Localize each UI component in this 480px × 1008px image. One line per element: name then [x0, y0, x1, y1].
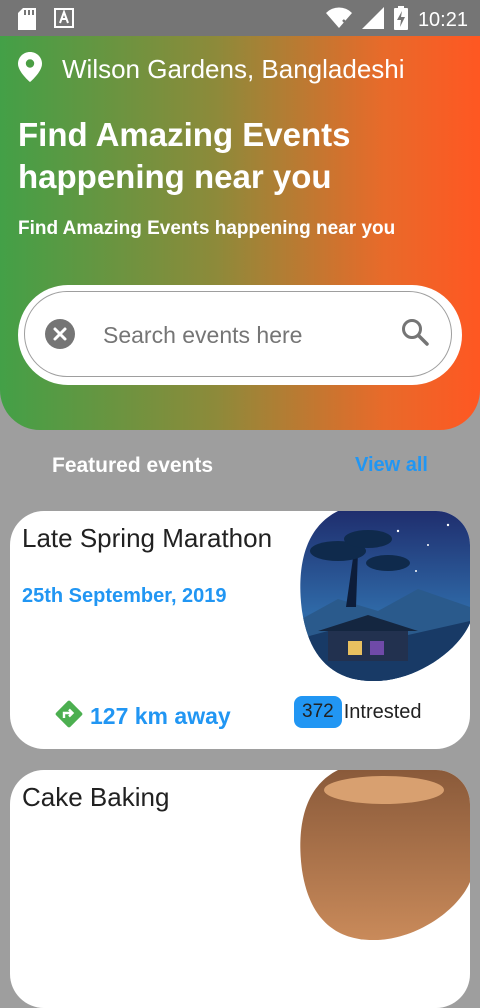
status-bar: 10:21 [0, 0, 480, 36]
clear-search-button[interactable] [45, 319, 75, 354]
search-field-container [24, 291, 452, 377]
sd-card-icon [18, 8, 36, 35]
featured-title: Featured events [52, 454, 214, 477]
event-title: Cake Baking [22, 782, 170, 812]
interested-info[interactable]: 372 Intrested [294, 696, 422, 728]
battery-charging-icon [393, 6, 408, 35]
search-input[interactable] [101, 318, 385, 352]
interested-label: Intrested [343, 700, 422, 723]
event-date: 25th September, 2019 [22, 585, 227, 607]
event-card[interactable]: Late Spring Marathon 25th September, 201… [10, 511, 470, 749]
directions-icon [54, 699, 84, 734]
interested-count-badge: 372 [294, 696, 342, 728]
signal-icon [361, 7, 384, 34]
page-subtitle: Find Amazing Events happening near you [18, 218, 396, 239]
search-button[interactable] [401, 318, 429, 351]
hero-header: Wilson Gardens, Bangladeshi Find Amazing… [0, 36, 480, 430]
view-all-link[interactable]: View all [355, 454, 428, 477]
status-time: 10:21 [417, 9, 468, 31]
event-image [300, 511, 470, 681]
event-title: Late Spring Marathon [22, 523, 273, 553]
text-a-icon [54, 8, 74, 35]
close-circle-icon [45, 319, 75, 349]
location-label: Wilson Gardens, Bangladeshi [62, 54, 405, 84]
event-card[interactable]: Cake Baking [10, 770, 470, 1008]
search-bar [18, 285, 462, 385]
wifi-off-icon [325, 7, 352, 34]
search-icon [402, 319, 429, 346]
distance-label: 127 km away [90, 703, 231, 729]
featured-section-header: Featured events View all [0, 450, 480, 484]
location-pin-icon [18, 52, 42, 87]
location-row[interactable]: Wilson Gardens, Bangladeshi [18, 52, 405, 87]
page-title: Find Amazing Events happening near you [18, 116, 351, 195]
event-distance: 127 km away [54, 699, 231, 734]
event-image [300, 770, 470, 940]
